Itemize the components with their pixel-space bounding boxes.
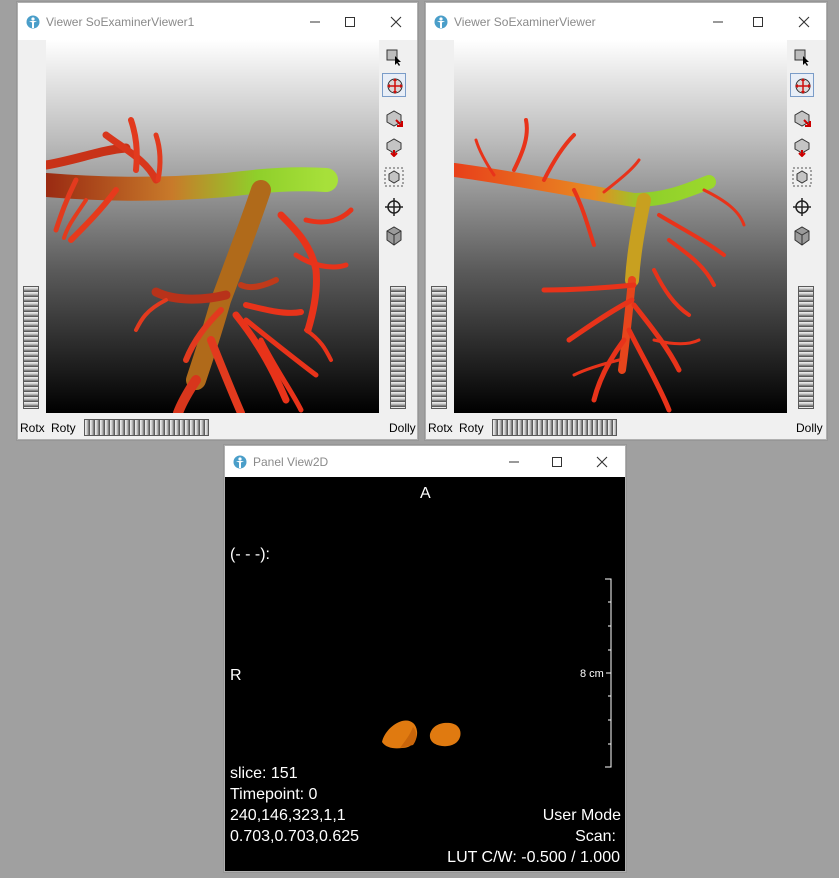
panel-titlebar[interactable]: Panel View2D	[225, 446, 625, 477]
pick-arrow-icon[interactable]	[382, 44, 406, 68]
roty-wheel[interactable]	[84, 419, 209, 436]
orientation-top-label: A	[420, 485, 431, 502]
viewer1-toolbar	[379, 40, 417, 413]
dolly-wheel[interactable]	[798, 286, 814, 409]
scan-label: Scan:	[575, 828, 616, 845]
3d-viewport[interactable]	[46, 40, 379, 413]
seek-icon[interactable]	[790, 106, 814, 130]
close-button[interactable]	[790, 10, 818, 34]
app-icon	[26, 15, 40, 29]
dolly-wheel[interactable]	[390, 286, 406, 409]
lut-label: LUT C/W: -0.500 / 1.000	[447, 849, 620, 866]
rotx-label: Rotx	[428, 421, 453, 435]
vessel-tree-render	[46, 117, 354, 413]
scale-ruler	[605, 578, 612, 768]
rotate-view-icon[interactable]	[790, 73, 814, 97]
viewer2-window: Viewer SoExaminerViewer Rotx Roty Dolly	[425, 2, 827, 440]
lesion-segmentation	[382, 720, 461, 749]
view-all-icon[interactable]	[382, 165, 406, 189]
window-title: Panel View2D	[253, 455, 329, 469]
pick-arrow-icon[interactable]	[790, 44, 814, 68]
mode-label: User Mode	[542, 807, 621, 824]
roty-wheel[interactable]	[492, 419, 617, 436]
seek-icon[interactable]	[382, 106, 406, 130]
roty-label: Roty	[51, 421, 76, 435]
app-icon	[434, 15, 448, 29]
scale-label: 8 cm	[580, 668, 604, 680]
minimize-button[interactable]	[301, 10, 329, 34]
rotx-label: Rotx	[20, 421, 45, 435]
timepoint-label: Timepoint: 0	[230, 786, 318, 803]
dimensions-label: 240,146,323,1,1	[230, 807, 346, 824]
seek-target-icon[interactable]	[382, 195, 406, 219]
dolly-label: Dolly	[389, 421, 416, 435]
dolly-label: Dolly	[796, 421, 823, 435]
viewer1-titlebar[interactable]: Viewer SoExaminerViewer1	[18, 3, 417, 40]
roty-label: Roty	[459, 421, 484, 435]
rotx-wheel[interactable]	[23, 286, 39, 409]
minimize-button[interactable]	[500, 450, 528, 474]
maximize-button[interactable]	[336, 10, 364, 34]
app-icon	[233, 455, 247, 469]
close-button[interactable]	[588, 450, 616, 474]
view-all-icon[interactable]	[790, 165, 814, 189]
projection-cube-icon[interactable]	[790, 224, 814, 248]
maximize-button[interactable]	[744, 10, 772, 34]
projection-cube-icon[interactable]	[382, 224, 406, 248]
panel-view2d-window: Panel View2D A R (- - -): 8 cm slice: 15…	[224, 445, 626, 872]
home-icon[interactable]	[790, 135, 814, 159]
home-icon[interactable]	[382, 135, 406, 159]
viewer2-titlebar[interactable]: Viewer SoExaminerViewer	[426, 3, 826, 40]
cursor-value-label: (- - -):	[230, 546, 270, 563]
close-button[interactable]	[382, 10, 410, 34]
rotate-view-icon[interactable]	[382, 73, 406, 97]
spacing-label: 0.703,0.703,0.625	[230, 828, 360, 845]
viewer1-window: Viewer SoExaminerViewer1 Rotx Roty Dolly	[17, 2, 418, 440]
window-title: Viewer SoExaminerViewer1	[46, 15, 195, 29]
orientation-left-label: R	[230, 667, 242, 684]
2d-slice-viewport[interactable]: A R (- - -): 8 cm slice: 151 Timepoint: …	[225, 477, 625, 871]
slice-label: slice: 151	[230, 765, 298, 782]
3d-viewport[interactable]	[454, 40, 787, 413]
viewer2-toolbar	[787, 40, 826, 413]
vessel-tree-render	[454, 118, 746, 413]
rotx-wheel[interactable]	[431, 286, 447, 409]
minimize-button[interactable]	[704, 10, 732, 34]
seek-target-icon[interactable]	[790, 195, 814, 219]
maximize-button[interactable]	[543, 450, 571, 474]
window-title: Viewer SoExaminerViewer	[454, 15, 596, 29]
